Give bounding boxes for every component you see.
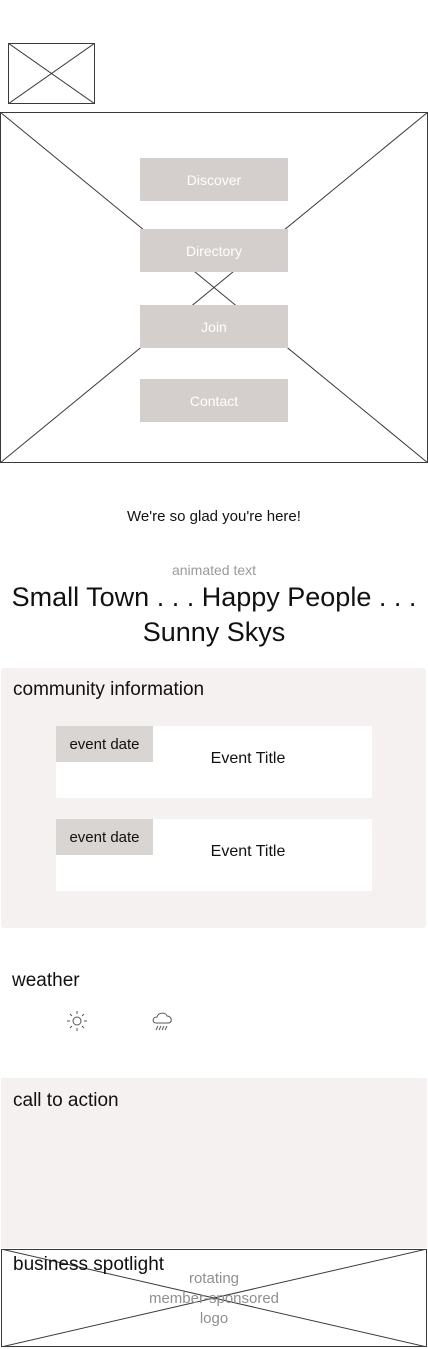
event-date: event date — [56, 726, 153, 762]
nav-directory-button[interactable]: Directory — [140, 229, 288, 272]
spotlight-caption: rotating member-sponsored logo — [148, 1270, 280, 1327]
nav-join-button[interactable]: Join — [140, 305, 288, 348]
community-information-section: community information event date Event T… — [1, 668, 426, 928]
hero-banner: Discover Directory Join Contact — [0, 112, 428, 463]
rain-cloud-icon — [152, 1012, 172, 1031]
logo-placeholder[interactable] — [8, 43, 95, 104]
event-date: event date — [56, 819, 153, 855]
animated-tagline: Small Town . . . Happy People . . . Sunn… — [11, 582, 417, 647]
nav-discover-button[interactable]: Discover — [140, 158, 288, 201]
business-spotlight-section[interactable]: business spotlight rotating member-spons… — [1, 1249, 427, 1347]
nav-contact-button[interactable]: Contact — [140, 379, 288, 422]
welcome-message: We're so glad you're here! — [127, 508, 301, 525]
call-to-action-section[interactable]: call to action — [1, 1078, 427, 1248]
event-title: Event Title — [210, 843, 286, 860]
cta-section-title: call to action — [13, 1090, 119, 1111]
event-card[interactable]: event date Event Title — [56, 819, 372, 891]
event-card[interactable]: event date Event Title — [56, 726, 372, 798]
animated-text-label: animated text — [171, 562, 257, 578]
community-section-title: community information — [13, 679, 205, 700]
weather-section: weather — [0, 960, 428, 1050]
weather-section-title: weather — [12, 970, 80, 991]
logo-placeholder-image — [8, 43, 95, 104]
event-title: Event Title — [210, 750, 286, 767]
sun-icon — [67, 1011, 87, 1031]
